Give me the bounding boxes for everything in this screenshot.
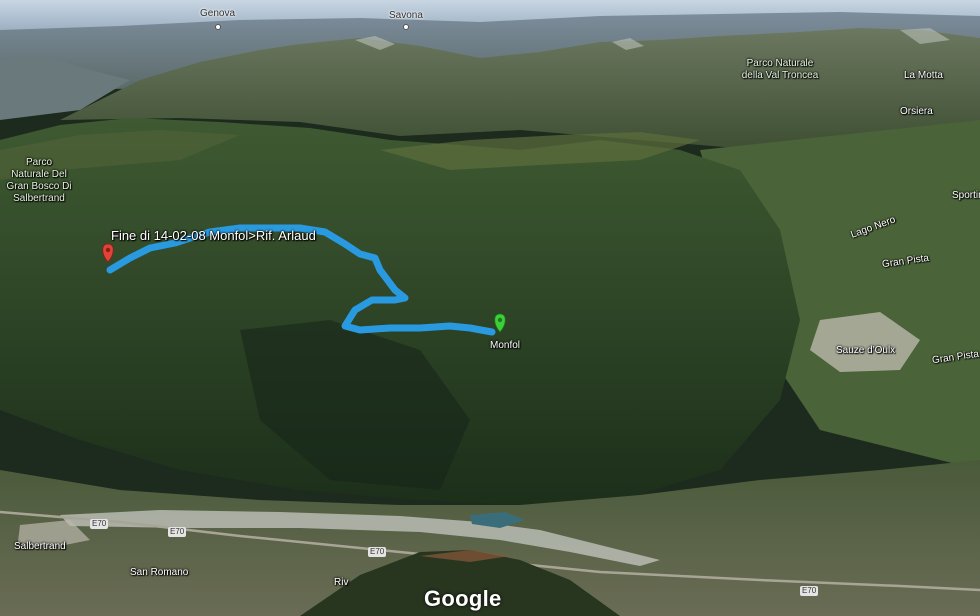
place-orsiera[interactable]: Orsiera (900, 106, 933, 118)
place-sportinia[interactable]: Sportinia (952, 190, 980, 202)
park-val-troncea[interactable]: Parco Naturale della Val Troncea (740, 58, 820, 82)
road-e70-b: E70 (168, 527, 187, 537)
place-sauze[interactable]: Sauze d'Oulx (836, 345, 895, 357)
start-label[interactable]: Monfol (490, 340, 520, 352)
place-rival[interactable]: Riv (334, 577, 348, 589)
road-e70-d: E70 (800, 586, 819, 596)
road-e70-a: E70 (90, 519, 109, 529)
google-logo: Google (424, 586, 502, 611)
terrain-3d[interactable] (0, 0, 980, 616)
place-la-motta[interactable]: La Motta (904, 70, 943, 82)
track-title[interactable]: Fine di 14-02-08 Monfol>Rif. Arlaud (111, 228, 316, 243)
savona-dot (403, 24, 409, 30)
place-savona[interactable]: Savona (389, 10, 423, 22)
genova-dot (215, 24, 221, 30)
map-view[interactable]: Genova Savona Parco Naturale della Val T… (0, 0, 980, 616)
road-e70-c: E70 (368, 547, 387, 557)
place-genova[interactable]: Genova (200, 8, 235, 20)
place-san-romano[interactable]: San Romano (130, 567, 188, 579)
place-salbertrand[interactable]: Salbertrand (14, 541, 66, 553)
park-gran-bosco[interactable]: Parco Naturale Del Gran Bosco Di Salbert… (6, 157, 72, 205)
